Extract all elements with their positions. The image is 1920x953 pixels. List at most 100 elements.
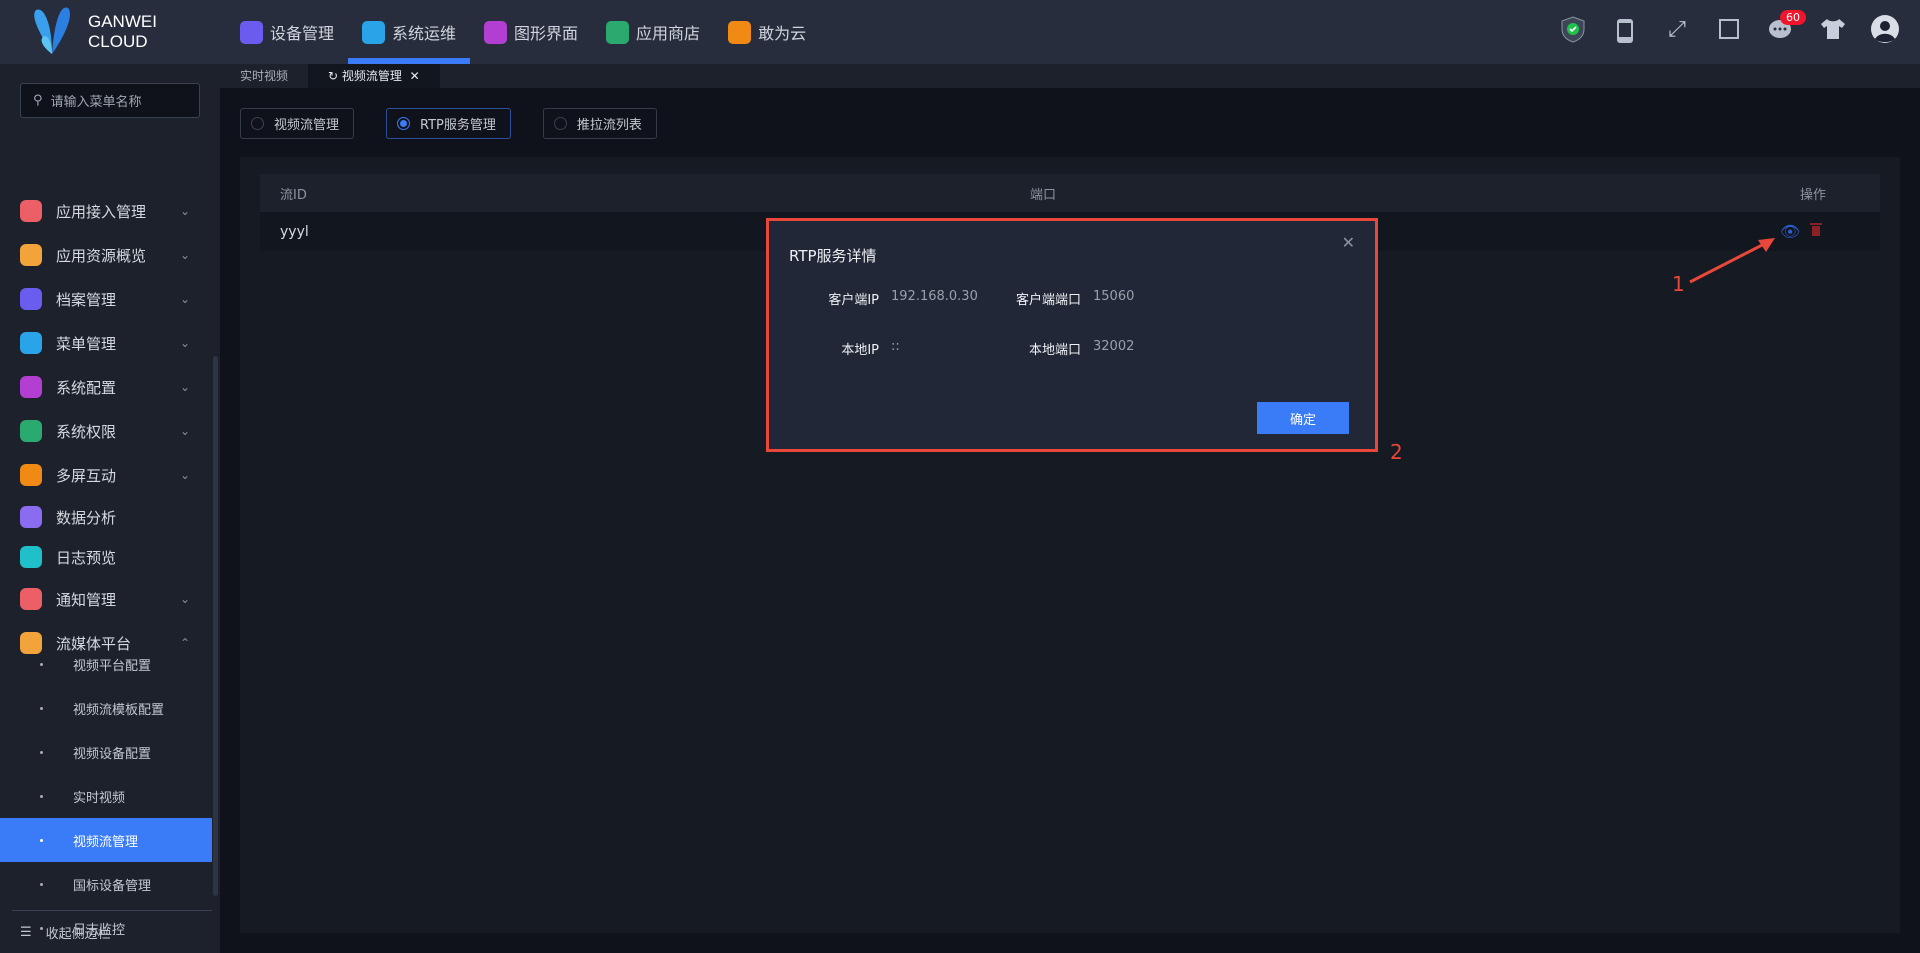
subitem-label: 视频流管理 (73, 834, 139, 850)
topnav-label: 敢为云 (758, 24, 807, 43)
sidebar-item[interactable]: 菜单管理 ⌄ (0, 323, 212, 363)
sidebar-item[interactable]: 档案管理 ⌄ (0, 279, 212, 319)
collapse-label: 收起侧边栏 (45, 926, 111, 942)
local-port-value: 32002 (1093, 339, 1135, 354)
topnav-item[interactable]: 图形界面 (470, 0, 592, 64)
collapse-icon: ☰ (20, 924, 32, 940)
topnav-label: 系统运维 (392, 24, 457, 43)
chevron-icon: ⌄ (179, 592, 190, 606)
radio-circle (553, 117, 567, 130)
bullet-icon (40, 838, 43, 842)
sidebar-subitem[interactable]: 视频流管理 (0, 818, 212, 862)
topnav-label: 图形界面 (514, 24, 579, 43)
tab-stream-management[interactable]: ↻ 视频流管理 ✕ (308, 64, 440, 88)
module-icon (606, 20, 630, 44)
menu-icon (20, 506, 42, 528)
sidebar-item[interactable]: 数据分析 (0, 497, 212, 537)
chevron-icon: ⌄ (179, 248, 190, 262)
refresh-icon[interactable]: ↻ (328, 69, 338, 83)
sidebar-item[interactable]: 系统权限 ⌄ (0, 411, 212, 451)
butterfly-logo-icon (34, 7, 71, 54)
sidebar-item-label: 档案管理 (56, 290, 117, 309)
sidebar-subitem[interactable]: 视频流模板配置 (0, 686, 212, 730)
topnav-item[interactable]: 应用商店 (592, 0, 714, 64)
bullet-icon (40, 750, 43, 754)
chevron-icon: ⌄ (179, 468, 190, 482)
menu-icon (20, 200, 42, 222)
sidebar-item-label: 日志预览 (56, 548, 117, 567)
dialog-title: RTP服务详情 (789, 247, 877, 265)
shirt-icon[interactable] (1818, 14, 1848, 44)
module-icon (728, 20, 752, 44)
sidebar-scrollbar[interactable] (213, 356, 218, 896)
sidebar-subitem[interactable]: 视频设备配置 (0, 730, 212, 774)
sidebar-item[interactable]: 应用接入管理 ⌄ (0, 191, 212, 231)
sidebar-item-label: 菜单管理 (56, 334, 117, 353)
client-port-value: 15060 (1093, 289, 1135, 304)
message-icon[interactable]: 60 (1766, 10, 1806, 44)
sidebar-item-label: 系统配置 (56, 378, 117, 397)
client-ip-value: 192.168.0.30 (891, 289, 978, 304)
fullscreen-icon[interactable]: ⤢ (1662, 14, 1692, 44)
subitem-label: 国标设备管理 (73, 878, 152, 894)
search-icon: ⚲ (33, 93, 43, 108)
annotation-2: 2 (1390, 440, 1403, 464)
tab-label: 视频流管理 (341, 69, 402, 83)
rtp-detail-dialog: RTP服务详情 ✕ 客户端IP 192.168.0.30 客户端端口 15060 本… (766, 218, 1378, 452)
tab-label: 实时视频 (240, 69, 289, 83)
module-icon (240, 20, 263, 44)
menu-icon (20, 244, 42, 266)
delete-trash-icon[interactable] (1810, 222, 1823, 241)
radio-option[interactable]: 推拉流列表 (542, 108, 657, 139)
local-ip-value: :: (891, 339, 900, 354)
sidebar-subitem[interactable]: 实时视频 (0, 774, 212, 818)
module-icon (362, 20, 386, 44)
topnav-label: 设备管理 (270, 24, 335, 43)
sidebar-item-label: 系统权限 (56, 422, 117, 441)
subitem-label: 视频流模板配置 (73, 702, 165, 718)
subitem-label: 视频平台配置 (73, 658, 152, 674)
sidebar-item[interactable]: 日志预览 (0, 537, 212, 577)
sidebar-item-label: 应用资源概览 (56, 246, 147, 265)
radio-label: 视频流管理 (274, 118, 340, 133)
radio-option[interactable]: RTP服务管理 (386, 108, 511, 139)
sidebar-item-label: 多屏互动 (56, 466, 117, 485)
chevron-icon: ⌄ (179, 424, 190, 438)
sidebar-subitem[interactable]: 国标设备管理 (0, 862, 212, 906)
shield-check-icon[interactable] (1558, 14, 1588, 44)
avatar-icon[interactable] (1870, 14, 1900, 44)
annotation-arrow (1689, 238, 1775, 284)
page-tabs: 实时视频 ↻ 视频流管理 ✕ (220, 64, 1920, 88)
menu-icon (20, 288, 42, 310)
sidebar-item-label: 数据分析 (56, 508, 117, 527)
radio-circle (251, 117, 264, 130)
topnav-item[interactable]: 系统运维 (348, 0, 471, 64)
header-stream-id: 流ID (280, 187, 307, 203)
confirm-button[interactable]: 确定 (1257, 402, 1349, 434)
sidebar-item[interactable]: 多屏互动 ⌄ (0, 455, 212, 495)
menu-icon (20, 332, 42, 354)
radio-option[interactable]: 视频流管理 (240, 108, 355, 139)
dialog-close-icon[interactable]: ✕ (1342, 233, 1355, 252)
phone-icon[interactable] (1610, 14, 1640, 44)
frame-icon[interactable] (1714, 14, 1744, 44)
sidebar-item[interactable]: 通知管理 ⌄ (0, 579, 212, 619)
topnav-item[interactable]: 设备管理 (226, 0, 348, 64)
logo: GANWEI CLOUD (30, 4, 157, 60)
menu-search-input[interactable]: ⚲ 请输入菜单名称 (20, 83, 200, 118)
cell-stream-id: yyyl (280, 223, 309, 240)
sidebar-subitem[interactable]: 视频平台配置 (0, 642, 212, 686)
sidebar-item[interactable]: 系统配置 ⌄ (0, 367, 212, 407)
close-tab-icon[interactable]: ✕ (410, 69, 420, 83)
collapse-sidebar-button[interactable]: ☰ 收起侧边栏 (12, 910, 212, 953)
header-port: 端口 (1030, 187, 1057, 203)
notification-badge: 60 (1780, 10, 1806, 25)
bullet-icon (40, 794, 43, 798)
topnav-item[interactable]: 敢为云 (714, 0, 820, 64)
logo-line1: GANWEI (88, 12, 157, 31)
sidebar-item[interactable]: 应用资源概览 ⌄ (0, 235, 212, 275)
tab-realtime-video[interactable]: 实时视频 (220, 64, 308, 88)
client-ip-label: 客户端IP (828, 293, 879, 308)
bullet-icon (40, 882, 43, 886)
view-eye-icon[interactable]: 👁 (1780, 222, 1800, 241)
